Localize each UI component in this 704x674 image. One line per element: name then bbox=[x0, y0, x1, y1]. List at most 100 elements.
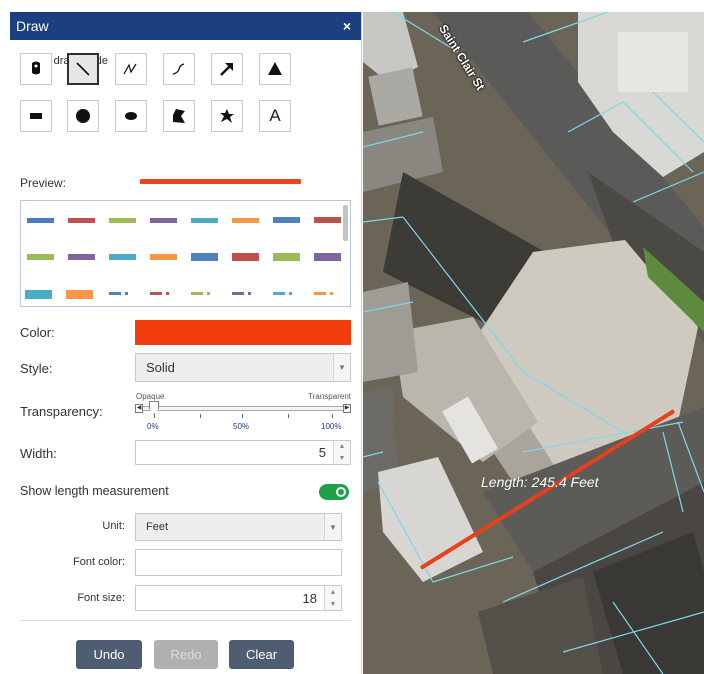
style-option[interactable] bbox=[150, 292, 162, 295]
color-picker[interactable] bbox=[135, 320, 351, 345]
style-option[interactable] bbox=[25, 290, 52, 299]
style-option[interactable] bbox=[191, 218, 218, 223]
measurement-toggle[interactable] bbox=[319, 484, 349, 500]
width-label: Width: bbox=[20, 446, 57, 461]
clear-button[interactable]: Clear bbox=[229, 640, 294, 669]
slider-tick bbox=[332, 414, 333, 418]
triangle-tool[interactable] bbox=[259, 53, 291, 85]
line-icon bbox=[76, 62, 90, 76]
transparency-label: Transparency: bbox=[20, 404, 103, 419]
style-option[interactable] bbox=[27, 218, 54, 223]
style-option[interactable] bbox=[27, 254, 54, 260]
slider-decrement-icon[interactable]: ◀ bbox=[135, 404, 143, 413]
style-option[interactable] bbox=[150, 218, 177, 223]
style-option[interactable] bbox=[109, 254, 136, 260]
font-size-stepper[interactable]: 18 ▲ ▼ bbox=[135, 585, 342, 611]
font-color-input[interactable] bbox=[135, 549, 342, 576]
preview-line bbox=[140, 179, 301, 184]
style-option[interactable] bbox=[314, 292, 326, 295]
opaque-label: Opaque bbox=[136, 392, 165, 401]
slider-increment-icon[interactable]: ▶ bbox=[343, 404, 351, 413]
style-option[interactable] bbox=[68, 218, 95, 223]
style-option[interactable] bbox=[191, 253, 218, 261]
text-icon: A bbox=[269, 106, 281, 125]
transparent-label: Transparent bbox=[308, 392, 351, 401]
circle-tool[interactable] bbox=[67, 100, 99, 132]
width-spinner[interactable]: ▲ ▼ bbox=[333, 441, 350, 464]
measurement-label: Length: 245.4 Feet bbox=[481, 474, 599, 490]
freehand-polygon-icon bbox=[220, 109, 234, 123]
style-option[interactable] bbox=[232, 253, 259, 261]
map-view[interactable]: Saint Clair St Length: 245.4 Feet bbox=[363, 12, 704, 674]
spin-up-icon[interactable]: ▲ bbox=[334, 441, 350, 453]
style-option[interactable] bbox=[191, 292, 203, 295]
style-option[interactable] bbox=[109, 218, 136, 223]
style-option[interactable] bbox=[314, 253, 341, 261]
line-tool[interactable] bbox=[67, 53, 99, 85]
redo-button[interactable]: Redo bbox=[154, 640, 218, 669]
arrow-tool[interactable] bbox=[211, 53, 243, 85]
style-option[interactable] bbox=[125, 292, 128, 295]
style-option[interactable] bbox=[273, 292, 285, 295]
unit-select-value: Feet bbox=[146, 521, 169, 533]
font-size-spinner[interactable]: ▲ ▼ bbox=[324, 586, 341, 610]
font-size-label: Font size: bbox=[77, 592, 125, 604]
map-pin-icon bbox=[32, 61, 40, 75]
width-stepper[interactable]: 5 ▲ ▼ bbox=[135, 440, 351, 465]
polygon-icon bbox=[173, 109, 185, 123]
slider-tick bbox=[154, 414, 155, 418]
freehand-line-icon bbox=[172, 63, 185, 75]
style-option[interactable] bbox=[232, 218, 259, 223]
rectangle-icon bbox=[30, 113, 42, 119]
slider-thumb[interactable] bbox=[149, 401, 159, 414]
freehand-polygon-tool[interactable] bbox=[211, 100, 243, 132]
style-select-value: Solid bbox=[146, 360, 175, 375]
tick-label-50: 50% bbox=[233, 422, 250, 431]
font-size-value: 18 bbox=[302, 590, 317, 606]
style-option[interactable] bbox=[273, 217, 300, 223]
slider-tick bbox=[288, 414, 289, 418]
rectangle-tool[interactable] bbox=[20, 100, 52, 132]
style-option[interactable] bbox=[248, 292, 251, 295]
polyline-tool[interactable] bbox=[115, 53, 147, 85]
font-color-label: Font color: bbox=[73, 556, 125, 568]
show-length-measurement-label: Show length measurement bbox=[20, 484, 169, 498]
style-option[interactable] bbox=[314, 217, 341, 223]
unit-select[interactable]: Feet ▼ bbox=[135, 513, 342, 541]
style-select[interactable]: Solid ▼ bbox=[135, 353, 351, 382]
style-option[interactable] bbox=[289, 292, 292, 295]
slider-tick bbox=[200, 414, 201, 418]
style-option[interactable] bbox=[166, 292, 169, 295]
style-option[interactable] bbox=[273, 253, 300, 261]
chevron-down-icon[interactable]: ▼ bbox=[333, 354, 350, 381]
style-option[interactable] bbox=[109, 292, 121, 295]
style-list-scrollbar[interactable] bbox=[343, 205, 348, 241]
style-option[interactable] bbox=[232, 292, 244, 295]
style-option[interactable] bbox=[68, 254, 95, 260]
transparency-slider[interactable]: Opaque Transparent ◀ ▶ 0% 50% 100% bbox=[135, 392, 351, 432]
chevron-down-icon[interactable]: ▼ bbox=[324, 514, 341, 540]
style-option[interactable] bbox=[150, 254, 177, 260]
text-tool[interactable]: A bbox=[259, 100, 291, 132]
line-style-list[interactable] bbox=[20, 200, 351, 307]
slider-track[interactable] bbox=[141, 406, 345, 411]
slider-tick bbox=[242, 414, 243, 418]
tick-label-100: 100% bbox=[321, 422, 342, 431]
point-tool[interactable] bbox=[20, 53, 52, 85]
color-label: Color: bbox=[20, 325, 55, 340]
freehand-line-tool[interactable] bbox=[163, 53, 195, 85]
preview-label: Preview: bbox=[20, 176, 67, 190]
undo-button[interactable]: Undo bbox=[76, 640, 142, 669]
spin-down-icon[interactable]: ▼ bbox=[325, 598, 341, 610]
style-option[interactable] bbox=[66, 290, 93, 299]
polygon-tool[interactable] bbox=[163, 100, 195, 132]
spin-down-icon[interactable]: ▼ bbox=[334, 453, 350, 465]
circle-icon bbox=[76, 109, 90, 123]
ellipse-tool[interactable] bbox=[115, 100, 147, 132]
spin-up-icon[interactable]: ▲ bbox=[325, 586, 341, 598]
style-option[interactable] bbox=[207, 292, 210, 295]
close-icon[interactable]: × bbox=[343, 18, 351, 34]
ellipse-icon bbox=[125, 112, 137, 120]
style-option[interactable] bbox=[330, 292, 333, 295]
aerial-imagery bbox=[363, 12, 704, 674]
